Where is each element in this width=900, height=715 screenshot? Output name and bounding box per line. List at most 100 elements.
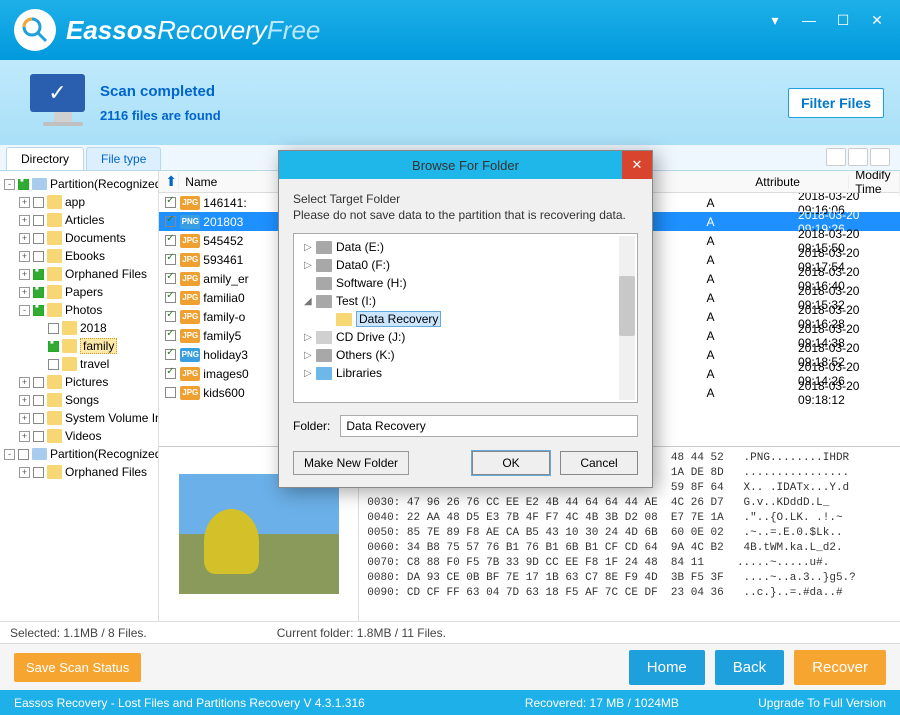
home-button[interactable]: Home [629,650,705,685]
expand-arrow-icon[interactable]: ◢ [304,296,316,307]
back-button[interactable]: Back [715,650,784,685]
expand-arrow-icon[interactable]: ▷ [304,332,316,343]
up-folder-icon[interactable]: ⬆ [159,173,179,190]
upgrade-link[interactable]: Upgrade To Full Version [758,696,886,710]
recover-button[interactable]: Recover [794,650,886,685]
dialog-close-button[interactable]: ✕ [622,151,652,179]
file-checkbox[interactable] [165,349,176,360]
ok-button[interactable]: OK [472,451,550,475]
expand-arrow-icon[interactable]: ▷ [304,350,316,361]
folder-tree[interactable]: ▷Data (E:)▷Data0 (F:)Software (H:)◢Test … [293,233,638,403]
expand-icon[interactable]: + [19,251,30,262]
tree-row[interactable]: -Partition(Recognized)(2 [2,445,156,463]
tree-checkbox[interactable] [48,341,59,352]
tree-row[interactable]: travel [2,355,156,373]
menu-icon[interactable]: ▾ [758,8,792,32]
folder-row[interactable]: ◢Test (I:) [298,292,633,310]
tree-row[interactable]: +Videos [2,427,156,445]
tree-checkbox[interactable] [33,395,44,406]
expand-icon[interactable]: + [19,377,30,388]
make-new-folder-button[interactable]: Make New Folder [293,451,409,475]
folder-row[interactable]: ▷Others (K:) [298,346,633,364]
tree-checkbox[interactable] [33,467,44,478]
tree-checkbox[interactable] [33,431,44,442]
expand-icon[interactable]: + [19,269,30,280]
filter-files-button[interactable]: Filter Files [788,88,884,118]
file-checkbox[interactable] [165,387,176,398]
close-button[interactable]: ✕ [860,8,894,32]
expand-icon[interactable]: + [19,215,30,226]
tree-checkbox[interactable] [18,449,29,460]
directory-tree[interactable]: -Partition(Recognized)(0+app+Articles+Do… [0,171,159,621]
tree-checkbox[interactable] [33,233,44,244]
file-checkbox[interactable] [165,254,176,265]
tree-row[interactable]: +Orphaned Files [2,265,156,283]
view-thumbnails-icon[interactable] [826,148,846,166]
file-checkbox[interactable] [165,273,176,284]
file-checkbox[interactable] [165,292,176,303]
expand-arrow-icon[interactable]: ▷ [304,368,316,379]
tree-checkbox[interactable] [33,377,44,388]
scrollbar-thumb[interactable] [619,276,635,336]
dialog-title-bar[interactable]: Browse For Folder ✕ [279,151,652,179]
expand-icon[interactable]: - [19,305,30,316]
tree-row[interactable]: +Songs [2,391,156,409]
folder-row[interactable]: Software (H:) [298,274,633,292]
expand-icon[interactable]: + [19,233,30,244]
file-checkbox[interactable] [165,368,176,379]
expand-arrow-icon[interactable]: ▷ [304,260,316,271]
tree-row[interactable]: +Articles [2,211,156,229]
folder-row[interactable]: ▷Libraries [298,364,633,382]
tree-checkbox[interactable] [33,413,44,424]
expand-arrow-icon[interactable]: ▷ [304,242,316,253]
maximize-button[interactable]: ☐ [826,8,860,32]
tree-row[interactable]: family [2,337,156,355]
tree-checkbox[interactable] [33,305,44,316]
folder-row[interactable]: ▷Data0 (F:) [298,256,633,274]
tree-row[interactable]: 2018 [2,319,156,337]
col-attribute[interactable]: Attribute [749,175,849,189]
tree-checkbox[interactable] [33,251,44,262]
tree-checkbox[interactable] [33,269,44,280]
expand-icon[interactable]: + [19,197,30,208]
folder-row[interactable]: Data Recovery [298,310,633,328]
tab-filetype[interactable]: File type [86,147,161,170]
tree-row[interactable]: +Ebooks [2,247,156,265]
folder-tree-scrollbar[interactable] [619,236,635,400]
save-scan-status-button[interactable]: Save Scan Status [14,653,141,682]
file-checkbox[interactable] [165,311,176,322]
tree-checkbox[interactable] [48,359,59,370]
expand-icon[interactable]: + [19,287,30,298]
tree-checkbox[interactable] [33,287,44,298]
file-checkbox[interactable] [165,330,176,341]
cancel-button[interactable]: Cancel [560,451,638,475]
tree-checkbox[interactable] [18,179,29,190]
tree-checkbox[interactable] [48,323,59,334]
col-modify-time[interactable]: Modify Time [849,168,900,196]
folder-row[interactable]: ▷Data (E:) [298,238,633,256]
file-checkbox[interactable] [165,235,176,246]
expand-icon[interactable]: + [19,467,30,478]
tree-checkbox[interactable] [33,215,44,226]
folder-row[interactable]: ▷CD Drive (J:) [298,328,633,346]
tree-row[interactable]: +System Volume Informat [2,409,156,427]
expand-icon[interactable]: + [19,395,30,406]
minimize-button[interactable]: — [792,8,826,32]
collapse-icon[interactable]: - [4,179,15,190]
collapse-icon[interactable]: - [4,449,15,460]
tree-row[interactable]: +app [2,193,156,211]
expand-icon[interactable]: + [19,413,30,424]
view-list-icon[interactable] [848,148,868,166]
tree-row[interactable]: +Papers [2,283,156,301]
tree-row[interactable]: -Photos [2,301,156,319]
tree-row[interactable]: +Orphaned Files [2,463,156,481]
tree-row[interactable]: +Documents [2,229,156,247]
folder-input[interactable] [340,415,638,437]
tab-directory[interactable]: Directory [6,147,84,170]
tree-row[interactable]: +Pictures [2,373,156,391]
view-details-icon[interactable] [870,148,890,166]
file-checkbox[interactable] [165,216,176,227]
file-checkbox[interactable] [165,197,176,208]
tree-row[interactable]: -Partition(Recognized)(0 [2,175,156,193]
tree-checkbox[interactable] [33,197,44,208]
